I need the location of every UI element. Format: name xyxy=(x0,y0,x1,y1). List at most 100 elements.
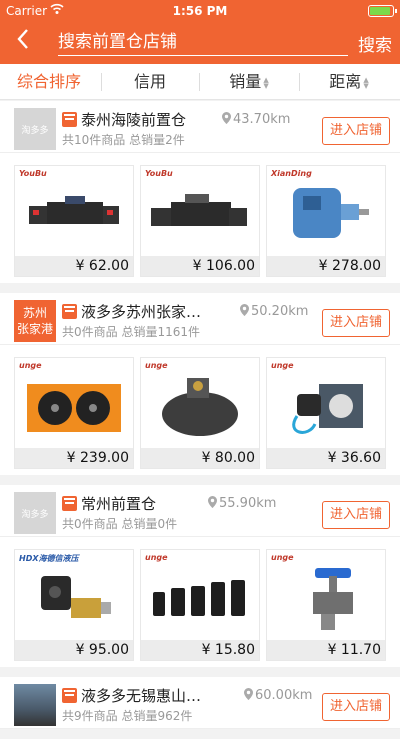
search-button[interactable]: 搜索 xyxy=(358,31,392,56)
store-name[interactable]: 常州前置仓 xyxy=(81,493,156,514)
store-distance: 60.00km xyxy=(244,688,312,703)
store-header: 液多多无锡惠山区前置仓 共9件商品 总销量962件 60.00km 进入店铺 xyxy=(0,677,400,729)
sort-arrows-icon: ▲ ▼ xyxy=(363,75,369,90)
tab-credit[interactable]: 信用 xyxy=(102,64,198,100)
logo-text: 淘多多 xyxy=(21,509,49,520)
search-input[interactable]: 搜索前置仓店铺 xyxy=(58,30,348,56)
product-image: unge xyxy=(267,550,385,642)
product-row: unge ¥ 239.00 unge ¥ 80.00 unge ¥ 36.60 xyxy=(0,345,400,475)
product-card[interactable]: unge ¥ 36.60 xyxy=(266,357,386,469)
product-price: ¥ 11.70 xyxy=(267,640,385,660)
distance-value: 43.70km xyxy=(233,112,291,127)
status-time: 1:56 PM xyxy=(172,4,228,18)
product-card[interactable]: unge ¥ 239.00 xyxy=(14,357,134,469)
shop-icon xyxy=(62,688,77,703)
product-price: ¥ 62.00 xyxy=(15,256,133,276)
store-card: 淘多多 常州前置仓 共0件商品 总销量0件 55.90km 进入店铺 HDX海德… xyxy=(0,485,400,667)
product-image: unge xyxy=(141,358,259,450)
product-image: YouBu xyxy=(15,166,133,258)
enter-store-button[interactable]: 进入店铺 xyxy=(322,117,390,145)
enter-store-button[interactable]: 进入店铺 xyxy=(322,501,390,529)
logo-text: 苏州 xyxy=(22,306,47,320)
tab-label: 距离 xyxy=(329,72,362,91)
enter-store-button[interactable]: 进入店铺 xyxy=(322,309,390,337)
store-distance: 50.20km xyxy=(240,304,308,319)
product-card[interactable]: unge ¥ 80.00 xyxy=(140,357,260,469)
product-image: unge xyxy=(267,358,385,450)
product-image: XianDing xyxy=(267,166,385,258)
shop-icon xyxy=(62,112,77,127)
tab-label: 信用 xyxy=(133,72,166,91)
store-header: 淘多多 泰州海陵前置仓 共10件商品 总销量2件 43.70km 进入店铺 xyxy=(0,101,400,153)
distance-value: 50.20km xyxy=(251,304,309,319)
product-price: ¥ 95.00 xyxy=(15,640,133,660)
product-brand: unge xyxy=(271,361,294,370)
store-name[interactable]: 泰州海陵前置仓 xyxy=(81,109,186,130)
store-meta: 共0件商品 总销量0件 xyxy=(62,517,178,531)
product-brand: YouBu xyxy=(19,169,47,178)
location-pin-icon xyxy=(240,304,249,316)
sort-arrows-icon: ▲ ▼ xyxy=(263,75,269,90)
shop-icon xyxy=(62,496,77,511)
store-card: 淘多多 泰州海陵前置仓 共10件商品 总销量2件 43.70km 进入店铺 Yo… xyxy=(0,101,400,283)
product-brand: unge xyxy=(145,553,168,562)
store-logo xyxy=(14,684,56,726)
location-pin-icon xyxy=(244,688,253,700)
product-row: YouBu ¥ 62.00 YouBu ¥ 106.00 XianDing ¥ … xyxy=(0,153,400,283)
shop-icon xyxy=(62,304,77,319)
store-name[interactable]: 液多多无锡惠山区前置仓 xyxy=(81,685,216,706)
product-image: unge xyxy=(141,550,259,642)
product-row: HDX海德信液压 ¥ 95.00 unge ¥ 15.80 unge ¥ 11.… xyxy=(0,537,400,667)
store-list: 淘多多 泰州海陵前置仓 共10件商品 总销量2件 43.70km 进入店铺 Yo… xyxy=(0,101,400,739)
product-image: YouBu xyxy=(141,166,259,258)
store-header: 苏州张家港 液多多苏州张家港前置仓 共0件商品 总销量1161件 50.20km… xyxy=(0,293,400,345)
product-card[interactable]: YouBu ¥ 62.00 xyxy=(14,165,134,277)
status-bar: Carrier 1:56 PM xyxy=(0,0,400,22)
store-distance: 55.90km xyxy=(208,496,276,511)
product-brand: unge xyxy=(19,361,42,370)
store-logo: 淘多多 xyxy=(14,108,56,150)
product-image: unge xyxy=(15,358,133,450)
product-price: ¥ 278.00 xyxy=(267,256,385,276)
tab-distance[interactable]: 距离 ▲ ▼ xyxy=(300,64,398,100)
product-card[interactable]: HDX海德信液压 ¥ 95.00 xyxy=(14,549,134,661)
tab-label: 销量 xyxy=(229,72,262,91)
product-brand: HDX海德信液压 xyxy=(19,554,79,563)
store-header: 淘多多 常州前置仓 共0件商品 总销量0件 55.90km 进入店铺 xyxy=(0,485,400,537)
product-price: ¥ 80.00 xyxy=(141,448,259,468)
product-brand: unge xyxy=(271,553,294,562)
location-pin-icon xyxy=(222,112,231,124)
product-card[interactable]: YouBu ¥ 106.00 xyxy=(140,165,260,277)
product-card[interactable]: unge ¥ 15.80 xyxy=(140,549,260,661)
back-icon[interactable] xyxy=(16,28,30,56)
battery-icon xyxy=(368,5,397,17)
distance-value: 60.00km xyxy=(255,688,313,703)
store-meta: 共10件商品 总销量2件 xyxy=(62,133,185,147)
product-image: HDX海德信液压 xyxy=(15,550,133,642)
tab-sales[interactable]: 销量 ▲ ▼ xyxy=(200,64,298,100)
enter-store-button[interactable]: 进入店铺 xyxy=(322,693,390,721)
store-name[interactable]: 液多多苏州张家港前置仓 xyxy=(81,301,216,322)
store-card: 苏州张家港 液多多苏州张家港前置仓 共0件商品 总销量1161件 50.20km… xyxy=(0,293,400,475)
product-card[interactable]: unge ¥ 11.70 xyxy=(266,549,386,661)
store-meta: 共0件商品 总销量1161件 xyxy=(62,325,200,339)
product-price: ¥ 106.00 xyxy=(141,256,259,276)
tab-label: 综合排序 xyxy=(16,72,81,91)
product-price: ¥ 36.60 xyxy=(267,448,385,468)
logo-text: 张家港 xyxy=(16,322,53,336)
distance-value: 55.90km xyxy=(219,496,277,511)
store-logo: 淘多多 xyxy=(14,492,56,534)
product-brand: XianDing xyxy=(271,169,312,178)
logo-text: 淘多多 xyxy=(21,125,49,136)
location-pin-icon xyxy=(208,496,217,508)
product-price: ¥ 15.80 xyxy=(141,640,259,660)
nav-bar: 搜索前置仓店铺 搜索 xyxy=(0,22,400,64)
product-brand: unge xyxy=(145,361,168,370)
store-card: 液多多无锡惠山区前置仓 共9件商品 总销量962件 60.00km 进入店铺 xyxy=(0,677,400,729)
product-card[interactable]: XianDing ¥ 278.00 xyxy=(266,165,386,277)
store-distance: 43.70km xyxy=(222,112,290,127)
sort-bar: 综合排序 信用 销量 ▲ ▼ 距离 ▲ ▼ xyxy=(0,64,400,100)
tab-comprehensive[interactable]: 综合排序 xyxy=(0,64,98,100)
product-brand: YouBu xyxy=(145,169,173,178)
store-logo: 苏州 张家港 xyxy=(14,300,56,342)
